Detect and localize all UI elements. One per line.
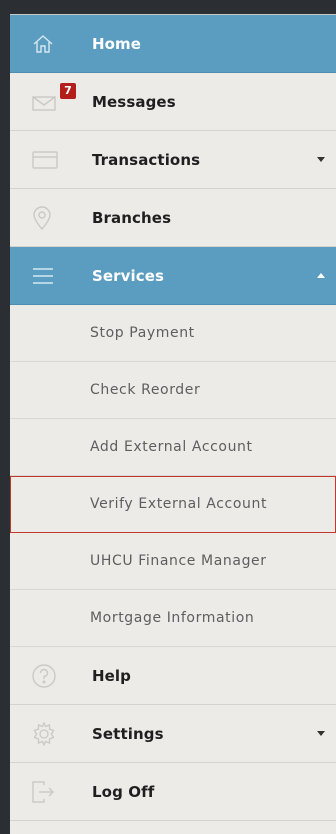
messages-badge: 7 [60, 82, 76, 99]
nav-item-logoff[interactable]: Log Off [10, 763, 336, 821]
nav-label-logoff: Log Off [92, 782, 155, 801]
nav-item-settings[interactable]: Settings [10, 705, 336, 763]
nav-item-messages[interactable]: 7 Messages [10, 73, 336, 131]
nav-label-services: Services [92, 266, 165, 285]
location-pin-icon [10, 189, 92, 247]
card-icon [10, 131, 92, 189]
nav-label-settings: Settings [92, 724, 164, 743]
submenu-item-verify-external-account[interactable]: Verify External Account [10, 476, 336, 533]
chevron-up-icon [317, 273, 325, 278]
nav-label-branches: Branches [92, 208, 172, 227]
logout-icon [10, 763, 92, 821]
submenu-item-mortgage-information[interactable]: Mortgage Information [10, 590, 336, 647]
side-navigation: Home 7 Messages Transactions Branches Se… [10, 14, 336, 834]
nav-item-branches[interactable]: Branches [10, 189, 336, 247]
envelope-icon: 7 [10, 73, 92, 131]
gear-icon [10, 705, 92, 763]
nav-label-home: Home [92, 34, 142, 53]
nav-item-transactions[interactable]: Transactions [10, 131, 336, 189]
chevron-down-icon [317, 731, 325, 736]
nav-label-transactions: Transactions [92, 150, 201, 169]
submenu-item-stop-payment[interactable]: Stop Payment [10, 305, 336, 362]
submenu-item-check-reorder[interactable]: Check Reorder [10, 362, 336, 419]
home-icon [10, 15, 92, 73]
submenu-item-finance-manager[interactable]: UHCU Finance Manager [10, 533, 336, 590]
nav-item-help[interactable]: Help [10, 647, 336, 705]
nav-label-help: Help [92, 666, 132, 685]
nav-item-services[interactable]: Services [10, 247, 336, 305]
menu-lines-icon [10, 247, 92, 305]
submenu-item-add-external-account[interactable]: Add External Account [10, 419, 336, 476]
nav-label-messages: Messages [92, 92, 176, 111]
nav-list: Home 7 Messages Transactions Branches Se… [10, 15, 336, 821]
question-icon [10, 647, 92, 705]
nav-item-home[interactable]: Home [10, 15, 336, 73]
chevron-down-icon [317, 157, 325, 162]
